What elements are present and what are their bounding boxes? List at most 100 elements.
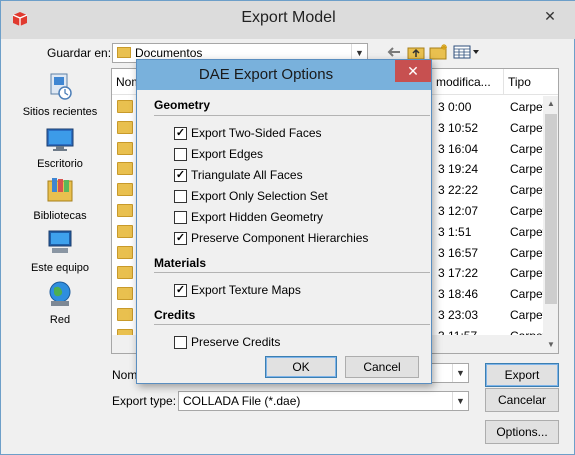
export-button[interactable]: Export [485,363,559,387]
dialog-close-icon[interactable]: ✕ [395,60,431,82]
row-type: Carpet [510,224,547,239]
checkbox-label: Export Hidden Geometry [191,210,324,224]
place-recent[interactable]: Sitios recientes [15,71,105,118]
divider [154,324,430,325]
folder-icon [117,141,133,155]
row-type: Carpet [510,266,547,281]
row-type: Carpet [510,308,547,322]
look-in-value: Documentos [135,46,203,60]
dialog-body: Geometry ✓ Export Two-Sided Faces Export… [145,90,430,378]
window-close-icon[interactable]: ✕ [532,5,568,27]
window-title: Export Model [241,9,336,26]
vertical-scrollbar[interactable]: ▲ ▼ [543,96,558,353]
checkbox-box[interactable]: ✓ [174,232,187,245]
row-date: 3 23:03 [438,308,479,322]
dialog-title: DAE Export Options [198,66,334,83]
folder-icon [117,162,133,176]
section-geometry: Geometry [154,98,211,112]
checkbox-label: Export Texture Maps [191,283,301,297]
folder-icon [117,266,133,280]
row-date: 3 18:46 [438,287,479,302]
row-date: 3 10:52 [438,120,479,135]
scroll-down-icon[interactable]: ▼ [543,337,558,353]
back-arrow-icon[interactable] [387,46,401,58]
checkbox-label: Export Only Selection Set [191,189,328,203]
place-this-pc[interactable]: Este equipo [15,227,105,274]
row-type: Carpet [510,204,547,218]
row-type: Carpet [510,141,547,156]
checkbox-box[interactable]: ✓ [174,284,187,297]
look-in-label: Guardar en: [47,46,112,60]
desktop-icon [46,128,74,151]
export-type-dropdown[interactable]: COLLADA File (*.dae) ▼ [178,391,469,411]
folder-icon [117,204,133,217]
dialog-cancel-button[interactable]: Cancel [345,356,419,378]
view-menu-icon[interactable] [453,45,481,59]
checkbox-box[interactable] [174,211,187,224]
section-materials: Materials [154,256,207,270]
cancel-button[interactable]: Cancelar [485,388,559,412]
new-folder-icon[interactable] [429,43,449,60]
ok-button[interactable]: OK [265,356,337,378]
column-header-type[interactable]: Tipo [504,69,558,95]
up-folder-icon[interactable] [407,44,425,60]
row-type: Carpet [510,183,547,198]
place-label: Red [49,314,71,326]
folder-icon [117,224,133,238]
column-header-modified[interactable]: modifica... [432,69,504,95]
window-title-bar[interactable]: Export Model ✕ [1,1,575,39]
row-date: 3 1:51 [438,224,472,239]
place-libraries[interactable]: Bibliotecas [15,175,105,222]
checkbox-label: Export Edges [191,147,264,161]
this-pc-icon [48,230,72,253]
checkbox-label: Triangulate All Faces [191,168,303,182]
chevron-down-icon: ▼ [452,392,468,410]
scroll-thumb[interactable] [545,114,557,304]
export-type-label: Export type: [112,394,177,408]
folder-icon [117,100,133,113]
row-date: 3 0:00 [438,100,472,114]
checkbox-box[interactable] [174,336,187,349]
row-type: Carpet [510,162,547,177]
folder-icon [117,120,133,134]
checkbox-box[interactable] [174,148,187,161]
row-type: Carpet [510,245,547,260]
checkbox-box[interactable]: ✓ [174,169,187,182]
checkbox-label: Preserve Credits [191,335,281,349]
row-type: Carpet [510,100,547,114]
row-date: 3 17:22 [438,266,479,281]
folder-icon [117,308,133,321]
row-date: 3 16:04 [438,141,479,156]
section-credits: Credits [154,308,196,322]
recent-places-icon [50,73,72,100]
folder-icon [117,47,131,58]
divider [154,272,430,273]
place-label: Sitios recientes [22,106,98,118]
dae-export-options-dialog: DAE Export Options ✕ Geometry ✓ Export T… [136,59,432,384]
row-type: Carpet [510,120,547,135]
place-label: Escritorio [37,158,83,170]
divider [154,115,430,116]
chevron-down-icon: ▼ [452,364,468,382]
checkbox-label: Preserve Component Hierarchies [191,231,369,245]
row-date: 3 22:22 [438,183,479,198]
row-date: 3 16:57 [438,245,479,260]
options-button[interactable]: Options... [485,420,559,444]
scroll-up-icon[interactable]: ▲ [543,96,558,112]
row-date: 3 19:24 [438,162,479,177]
row-date: 3 12:07 [438,204,479,218]
folder-icon [117,245,133,259]
checkbox-box[interactable]: ✓ [174,127,187,140]
place-desktop[interactable]: Escritorio [15,123,105,170]
dialog-title-bar[interactable]: DAE Export Options ✕ [137,60,431,90]
export-type-value: COLLADA File (*.dae) [183,394,301,408]
checkbox-box[interactable] [174,190,187,203]
checkbox-label: Export Two-Sided Faces [191,126,322,140]
folder-icon [117,183,133,197]
places-bar: Sitios recientes Escritorio Bibliotecas … [15,71,105,336]
network-icon [49,281,71,306]
place-network[interactable]: Red [15,279,105,326]
row-type: Carpet [510,287,547,302]
place-label: Bibliotecas [33,210,87,222]
place-label: Este equipo [30,262,90,274]
